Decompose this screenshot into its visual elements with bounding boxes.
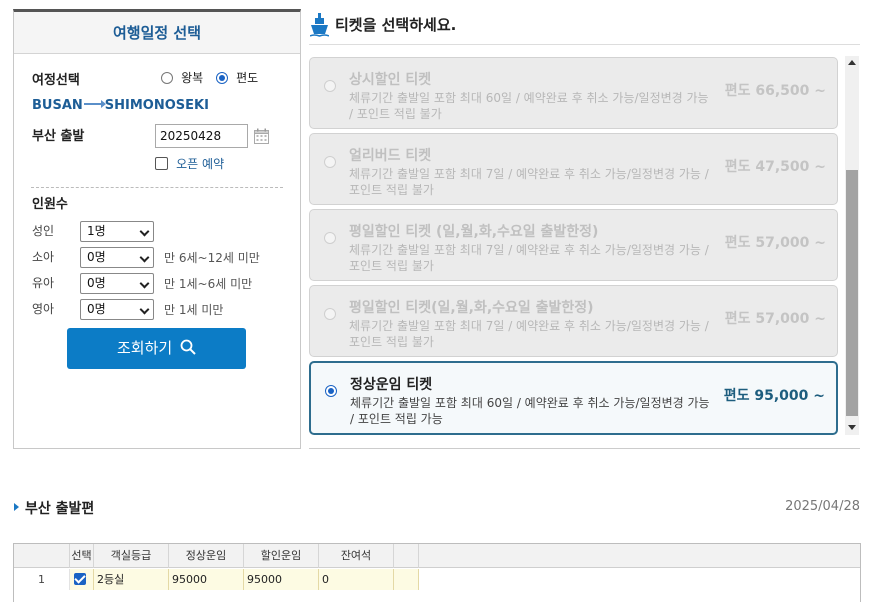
scroll-thumb[interactable] — [846, 170, 858, 416]
grid-header-filler — [394, 544, 419, 568]
grid-header-seats-left[interactable]: 잔여석 — [319, 544, 394, 568]
row-select-cell[interactable] — [70, 569, 94, 590]
adult-label: 성인 — [32, 224, 55, 238]
round-trip-label: 왕복 — [181, 71, 204, 85]
search-button[interactable]: 조회하기 — [67, 328, 246, 369]
route-display: BUSAN SHIMONOSEKI — [32, 98, 209, 113]
baby-count-select[interactable]: 0명 — [80, 299, 154, 320]
one-way-option[interactable]: 편도 — [216, 69, 258, 86]
ticket-list: 상시할인 티켓 체류기간 출발일 포함 최대 60일 / 예약완료 후 취소 가… — [309, 56, 839, 441]
one-way-label: 편도 — [236, 71, 259, 85]
round-trip-option[interactable]: 왕복 — [161, 69, 203, 86]
ticket-description: 체류기간 출발일 포함 최대 7일 / 예약완료 후 취소 가능/일정변경 가능… — [349, 319, 709, 349]
room-class-cell: 2등실 — [94, 569, 169, 590]
baby-label: 영아 — [32, 302, 55, 316]
one-way-radio[interactable] — [216, 72, 228, 84]
grid-header-normal-fare[interactable]: 정상운임 — [169, 544, 244, 568]
ticket-list-scrollbar[interactable] — [845, 56, 859, 435]
departure-label: 부산 출발 — [32, 129, 85, 144]
route-arrow-icon — [83, 100, 106, 108]
ticket-option-selected[interactable]: 정상운임 티켓 체류기간 출발일 포함 최대 60일 / 예약완료 후 취소 가… — [309, 361, 838, 435]
ticket-name: 평일할인 티켓 (일,월,화,수요일 출발한정) — [349, 224, 599, 240]
ticket-radio[interactable] — [324, 232, 336, 244]
grid-header-select[interactable]: 선택 — [70, 544, 94, 568]
ticket-price: 편도 57,000 ~ — [724, 311, 826, 327]
seats-left-cell: 0 — [319, 569, 394, 590]
passenger-count-title: 인원수 — [32, 197, 68, 212]
trip-type-label: 여정선택 — [32, 73, 80, 88]
grid-header: 선택 객실등급 정상운임 할인운임 잔여석 — [14, 544, 860, 568]
divider — [309, 448, 860, 449]
ticket-description: 체류기간 출발일 포함 최대 7일 / 예약완료 후 취소 가능/일정변경 가능… — [349, 167, 709, 197]
row-select-checkbox[interactable] — [74, 573, 86, 585]
grid-header-rownum — [14, 544, 70, 568]
child-age-note: 만 6세~12세 미만 — [164, 251, 260, 265]
table-row[interactable]: 1 2등실 95000 95000 0 — [14, 569, 860, 590]
normal-fare-cell: 95000 — [169, 569, 244, 590]
child-count-select[interactable]: 0명 — [80, 247, 154, 268]
ticket-price: 편도 66,500 ~ — [724, 83, 826, 99]
open-booking-option[interactable]: 오픈 예약 — [155, 155, 224, 172]
filler-cell — [394, 569, 419, 590]
ticket-radio[interactable] — [324, 308, 336, 320]
ticket-price: 편도 47,500 ~ — [724, 159, 826, 175]
child-label: 소아 — [32, 250, 55, 264]
ticket-description: 체류기간 출발일 포함 최대 7일 / 예약완료 후 취소 가능/일정변경 가능… — [349, 243, 709, 273]
baby-count-value: 0명 — [87, 302, 106, 316]
ticket-option[interactable]: 얼리버드 티켓 체류기간 출발일 포함 최대 7일 / 예약완료 후 취소 가능… — [309, 133, 838, 205]
chevron-down-icon — [139, 304, 150, 315]
chevron-down-icon — [139, 252, 150, 263]
infant-count-select[interactable]: 0명 — [80, 273, 154, 294]
ticket-name: 평일할인 티켓(일,월,화,수요일 출발한정) — [349, 300, 594, 316]
search-button-label: 조회하기 — [117, 339, 173, 357]
baby-age-note: 만 1세 미만 — [164, 303, 224, 317]
ticket-radio[interactable] — [324, 156, 336, 168]
departure-section-label: 부산 출발편 — [25, 501, 95, 517]
ticket-option[interactable]: 평일할인 티켓(일,월,화,수요일 출발한정) 체류기간 출발일 포함 최대 7… — [309, 285, 838, 357]
ticket-price: 편도 57,000 ~ — [724, 235, 826, 251]
departure-section-date: 2025/04/28 — [785, 499, 860, 514]
triangle-bullet-icon — [14, 503, 19, 511]
fare-grid: 선택 객실등급 정상운임 할인운임 잔여석 1 2등실 95000 95000 … — [13, 543, 861, 602]
departure-date-input[interactable]: 20250428 — [155, 124, 248, 148]
ticket-price: 편도 95,000 ~ — [723, 388, 825, 404]
ticket-name: 정상운임 티켓 — [350, 377, 433, 393]
panel-title: 여행일정 선택 — [14, 12, 300, 54]
ticket-section-title: 티켓을 선택하세요. — [335, 16, 457, 34]
ticket-name: 상시할인 티켓 — [349, 72, 432, 88]
calendar-icon[interactable] — [254, 128, 269, 144]
open-booking-label: 오픈 예약 — [176, 157, 225, 171]
ticket-name: 얼리버드 티켓 — [349, 148, 432, 164]
infant-age-note: 만 1세~6세 미만 — [164, 277, 253, 291]
scroll-down-icon[interactable] — [848, 425, 856, 430]
ship-icon — [310, 13, 329, 37]
grid-header-discount-fare[interactable]: 할인운임 — [244, 544, 319, 568]
row-number: 1 — [14, 569, 70, 590]
infant-count-value: 0명 — [87, 276, 106, 290]
infant-label: 유아 — [32, 276, 55, 290]
route-destination: SHIMONOSEKI — [104, 98, 209, 113]
ticket-option[interactable]: 평일할인 티켓 (일,월,화,수요일 출발한정) 체류기간 출발일 포함 최대 … — [309, 209, 838, 281]
ticket-description: 체류기간 출발일 포함 최대 60일 / 예약완료 후 취소 가능/일정변경 가… — [349, 91, 709, 121]
divider — [309, 44, 860, 45]
child-count-value: 0명 — [87, 250, 106, 264]
departure-section-title: 부산 출발편 — [14, 498, 94, 518]
section-divider — [31, 187, 283, 188]
route-origin: BUSAN — [32, 98, 83, 113]
chevron-down-icon — [139, 278, 150, 289]
open-booking-checkbox[interactable] — [155, 157, 168, 170]
ticket-option[interactable]: 상시할인 티켓 체류기간 출발일 포함 최대 60일 / 예약완료 후 취소 가… — [309, 57, 838, 129]
ticket-radio[interactable] — [324, 80, 336, 92]
trip-schedule-panel: 여행일정 선택 여정선택 왕복 편도 BUSAN SHIMONOSEKI 부산 출… — [13, 9, 301, 449]
search-icon — [180, 339, 196, 355]
ticket-radio[interactable] — [325, 385, 337, 397]
discount-fare-cell: 95000 — [244, 569, 319, 590]
round-trip-radio[interactable] — [161, 72, 173, 84]
ticket-description: 체류기간 출발일 포함 최대 60일 / 예약완료 후 취소 가능/일정변경 가… — [350, 396, 710, 426]
scroll-up-icon[interactable] — [848, 60, 856, 65]
adult-count-select[interactable]: 1명 — [80, 221, 154, 242]
grid-header-room-class[interactable]: 객실등급 — [94, 544, 169, 568]
adult-count-value: 1명 — [87, 224, 106, 238]
chevron-down-icon — [139, 226, 150, 237]
